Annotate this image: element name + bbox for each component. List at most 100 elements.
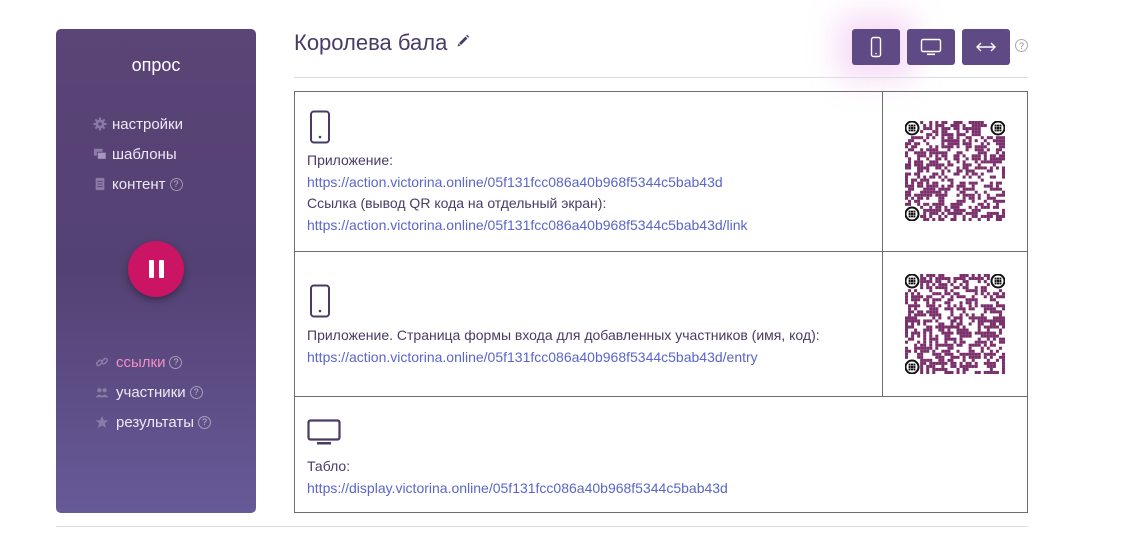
sidebar-item-content[interactable]: контент ? bbox=[92, 169, 183, 199]
qr-module bbox=[935, 337, 939, 341]
qr-module bbox=[983, 295, 987, 299]
qr-module bbox=[953, 316, 957, 320]
help-icon[interactable]: ? bbox=[189, 385, 203, 399]
qr-module bbox=[959, 316, 963, 320]
qr-module bbox=[956, 160, 960, 164]
qr-module bbox=[965, 142, 969, 146]
entry-link[interactable]: https://action.victorina.online/05f131fc… bbox=[307, 347, 877, 369]
qr-module bbox=[941, 133, 945, 137]
phone-icon bbox=[310, 284, 330, 318]
qr-module bbox=[944, 301, 948, 305]
qr-module bbox=[905, 163, 909, 167]
qr-module bbox=[983, 319, 987, 323]
qr-screen-link[interactable]: https://action.victorina.online/05f131fc… bbox=[307, 215, 877, 237]
qr-module bbox=[977, 274, 981, 278]
qr-module bbox=[986, 364, 990, 368]
qr-module bbox=[908, 157, 912, 161]
star-icon bbox=[94, 414, 110, 430]
qr-module bbox=[998, 322, 1002, 326]
qr-module bbox=[947, 316, 951, 320]
qr-module bbox=[998, 304, 1002, 308]
qr-finder-dot bbox=[994, 282, 997, 285]
qr-module bbox=[911, 148, 915, 152]
qr-module bbox=[995, 160, 999, 164]
qr-module bbox=[986, 328, 990, 332]
sidebar-item-settings[interactable]: настройки bbox=[92, 109, 183, 139]
qr-module bbox=[998, 217, 1002, 221]
qr-module bbox=[962, 295, 966, 299]
qr-module bbox=[974, 208, 978, 212]
qr-module bbox=[935, 361, 939, 365]
desktop-view-button[interactable] bbox=[907, 29, 955, 65]
qr-module bbox=[938, 190, 942, 194]
qr-module bbox=[947, 370, 951, 374]
help-icon[interactable]: ? bbox=[169, 177, 183, 191]
app-link[interactable]: https://action.victorina.online/05f131fc… bbox=[307, 172, 877, 194]
qr-module bbox=[953, 157, 957, 161]
qr-module bbox=[935, 145, 939, 149]
qr-module bbox=[929, 340, 933, 344]
qr-module bbox=[920, 181, 924, 185]
qr-module bbox=[923, 298, 927, 302]
qr-module bbox=[920, 352, 924, 356]
qr-finder-dot bbox=[913, 127, 916, 129]
links-table: Приложение: https://action.victorina.onl… bbox=[294, 91, 1028, 513]
qr-module bbox=[959, 307, 963, 311]
sidebar-item-links[interactable]: ссылки ? bbox=[94, 347, 211, 377]
qr-module bbox=[947, 139, 951, 143]
qr-module bbox=[926, 181, 930, 185]
qr-module bbox=[968, 289, 972, 293]
qr-module bbox=[926, 184, 930, 188]
qr-module bbox=[971, 307, 975, 311]
qr-module bbox=[992, 316, 996, 320]
qr-module bbox=[944, 145, 948, 149]
qr-module bbox=[914, 163, 918, 167]
width-toggle-button[interactable] bbox=[962, 29, 1010, 65]
qr-finder-dot bbox=[911, 215, 913, 218]
sidebar-item-results[interactable]: результаты ? bbox=[94, 407, 211, 437]
mobile-view-button[interactable] bbox=[852, 29, 900, 65]
qr-module bbox=[905, 190, 909, 194]
qr-module bbox=[938, 325, 942, 329]
qr-module bbox=[992, 325, 996, 329]
qr-module bbox=[908, 163, 912, 167]
qr-module bbox=[971, 355, 975, 359]
help-icon[interactable]: ? bbox=[198, 415, 211, 429]
qr-module bbox=[977, 154, 981, 158]
qr-module bbox=[929, 163, 933, 167]
qr-module bbox=[974, 211, 978, 215]
help-icon[interactable]: ? bbox=[169, 355, 183, 369]
qr-module bbox=[968, 136, 972, 140]
qr-module bbox=[935, 184, 939, 188]
qr-module bbox=[956, 202, 960, 206]
display-link[interactable]: https://display.victorina.online/05f131f… bbox=[307, 478, 877, 500]
sidebar-item-templates[interactable]: шаблоны bbox=[92, 139, 183, 169]
qr-module bbox=[962, 274, 966, 278]
qr-finder-dot bbox=[997, 129, 999, 132]
pause-button[interactable] bbox=[128, 241, 184, 297]
pencil-icon[interactable] bbox=[456, 34, 470, 48]
qr-finder-dot bbox=[994, 127, 997, 129]
sidebar-item-participants[interactable]: участники ? bbox=[94, 377, 211, 407]
qr-module bbox=[911, 322, 915, 326]
qr-module bbox=[938, 298, 942, 302]
qr-module bbox=[998, 331, 1002, 335]
qr-module bbox=[914, 349, 918, 353]
qr-module bbox=[938, 367, 942, 371]
qr-module bbox=[974, 130, 978, 134]
qr-module bbox=[911, 295, 915, 299]
help-icon[interactable]: ? bbox=[1015, 39, 1028, 52]
qr-module bbox=[944, 307, 948, 311]
qr-module bbox=[920, 136, 924, 140]
qr-module bbox=[914, 316, 918, 320]
qr-module bbox=[971, 343, 975, 347]
qr-module bbox=[932, 316, 936, 320]
qr-module bbox=[953, 121, 957, 125]
qr-module bbox=[974, 205, 978, 209]
qr-module bbox=[953, 325, 957, 329]
qr-module bbox=[944, 361, 948, 365]
qr-module bbox=[944, 331, 948, 335]
qr-module bbox=[938, 286, 942, 290]
qr-module bbox=[935, 286, 939, 290]
qr-module bbox=[917, 163, 921, 167]
